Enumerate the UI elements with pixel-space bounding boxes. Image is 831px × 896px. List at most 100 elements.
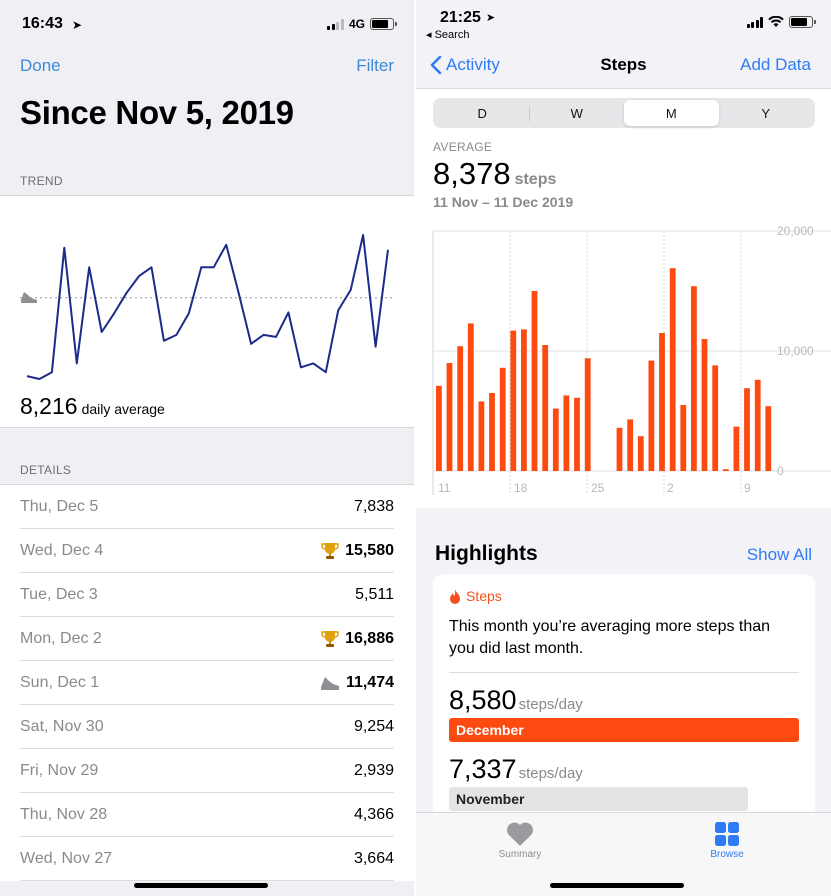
- detail-value: 3,664: [353, 850, 394, 867]
- back-to-search-link[interactable]: ◂ Search: [426, 28, 469, 41]
- detail-value: 7,838: [353, 498, 394, 515]
- average-value: 8,378: [433, 156, 511, 191]
- wifi-icon: [768, 16, 784, 27]
- bar: [563, 395, 570, 471]
- x-tick-label: 18: [514, 481, 528, 495]
- home-indicator: [550, 883, 684, 888]
- grid-icon: [715, 822, 739, 846]
- highlight-card[interactable]: Steps This month you’re averaging more s…: [433, 574, 815, 834]
- trend-card: 8,216 daily average: [0, 195, 414, 428]
- network-label: 4G: [348, 17, 365, 31]
- detail-value: 5,511: [355, 586, 394, 603]
- done-button[interactable]: Done: [20, 56, 61, 75]
- bar: [467, 323, 474, 471]
- show-all-button[interactable]: Show All: [747, 545, 812, 565]
- highlight-text: This month you’re averaging more steps t…: [449, 618, 771, 657]
- detail-row[interactable]: Thu, Dec 5 7,838: [0, 485, 414, 529]
- segment-year[interactable]: Y: [719, 100, 814, 126]
- flame-icon: [450, 588, 460, 604]
- detail-date: Wed, Dec 4: [20, 542, 104, 559]
- detail-row[interactable]: Thu, Nov 28 4,366: [0, 793, 414, 837]
- bar: [744, 388, 750, 471]
- average-unit: steps: [514, 171, 557, 188]
- detail-row[interactable]: Wed, Dec 4 15,580: [0, 529, 414, 573]
- bar: [510, 330, 517, 471]
- highlights-title: Highlights: [435, 542, 538, 565]
- y-tick-label: 0: [777, 464, 784, 478]
- detail-value-wrap: 3,664: [354, 850, 394, 868]
- trend-header: TREND: [20, 174, 63, 188]
- tab-bar: Summary Browse: [416, 812, 831, 896]
- trophy-icon: [321, 631, 339, 647]
- detail-date: Wed, Nov 27: [20, 850, 113, 867]
- signal-icon: [746, 16, 763, 28]
- bar: [552, 408, 559, 471]
- bar: [574, 397, 580, 471]
- detail-value: 16,886: [345, 630, 394, 647]
- bar: [542, 345, 549, 471]
- detail-value-wrap: 5,511: [355, 586, 394, 604]
- period-segmented-control[interactable]: D W M Y: [433, 98, 815, 128]
- detail-value: 4,366: [353, 806, 394, 823]
- highlight-tag: Steps: [466, 588, 502, 604]
- bar: [733, 426, 740, 471]
- y-tick-label: 20,000: [777, 224, 814, 238]
- average-key: AVERAGE: [433, 140, 493, 154]
- add-data-button[interactable]: Add Data: [740, 55, 811, 75]
- detail-date: Sun, Dec 1: [20, 674, 100, 691]
- detail-row[interactable]: Mon, Dec 2 16,886: [0, 617, 414, 661]
- bar: [446, 363, 453, 471]
- segment-week[interactable]: W: [530, 100, 625, 126]
- page-title: Since Nov 5, 2019: [20, 94, 294, 131]
- trend-average-label: daily average: [81, 401, 165, 417]
- detail-value-wrap: 16,886: [321, 630, 394, 648]
- detail-row[interactable]: Wed, Nov 27 3,664: [0, 837, 414, 881]
- tab-summary-label: Summary: [498, 849, 542, 860]
- date-range: 11 Nov – 11 Dec 2019: [433, 194, 574, 210]
- detail-row[interactable]: Sun, Dec 1 11,474: [0, 661, 414, 705]
- signal-icon: [327, 18, 344, 30]
- bar: [489, 393, 495, 471]
- detail-value: 11,474: [345, 674, 394, 691]
- detail-date: Fri, Nov 29: [20, 762, 99, 779]
- bar: [521, 329, 527, 471]
- right-screen: 21:25 ➤ ◂ Search Activity Steps Add Data…: [416, 0, 831, 896]
- filter-button[interactable]: Filter: [356, 56, 394, 76]
- segment-day[interactable]: D: [435, 100, 530, 126]
- segment-month[interactable]: M: [624, 100, 719, 126]
- previous-month-bar: November: [449, 787, 748, 811]
- detail-value-wrap: 4,366: [354, 806, 394, 824]
- detail-date: Sat, Nov 30: [20, 718, 104, 735]
- detail-date: Thu, Nov 28: [20, 806, 108, 823]
- status-bar: 16:43 ➤ 4G: [0, 0, 414, 44]
- bar: [457, 346, 464, 471]
- detail-value: 2,939: [353, 762, 394, 779]
- left-screen: 16:43 ➤ 4G Done Filter Since Nov 5, 2019…: [0, 0, 414, 896]
- tab-browse-label: Browse: [710, 849, 744, 860]
- detail-date: Tue, Dec 3: [20, 586, 98, 603]
- x-tick-label: 9: [744, 481, 751, 495]
- bar: [691, 286, 697, 471]
- bar: [680, 405, 687, 471]
- heart-icon: [507, 822, 533, 846]
- detail-row[interactable]: Sat, Nov 30 9,254: [0, 705, 414, 749]
- detail-value: 15,580: [345, 542, 394, 559]
- location-icon: ➤: [486, 12, 496, 24]
- detail-date: Thu, Dec 5: [20, 498, 99, 515]
- bar: [712, 365, 719, 471]
- bar: [499, 367, 506, 471]
- tab-browse[interactable]: Browse: [687, 821, 767, 860]
- x-tick-label: 25: [591, 481, 605, 495]
- tab-summary[interactable]: Summary: [480, 821, 560, 860]
- bar: [754, 379, 761, 471]
- bar: [478, 401, 485, 471]
- detail-value-wrap: 7,838: [354, 498, 394, 516]
- bar: [648, 360, 655, 471]
- bar: [659, 333, 665, 471]
- previous-unit: steps/day: [518, 765, 583, 782]
- detail-value-wrap: 9,254: [354, 718, 394, 736]
- detail-row[interactable]: Tue, Dec 3 5,511: [0, 573, 414, 617]
- y-tick-label: 10,000: [777, 344, 814, 358]
- detail-row[interactable]: Fri, Nov 29 2,939: [0, 749, 414, 793]
- x-tick-label: 2: [667, 481, 674, 495]
